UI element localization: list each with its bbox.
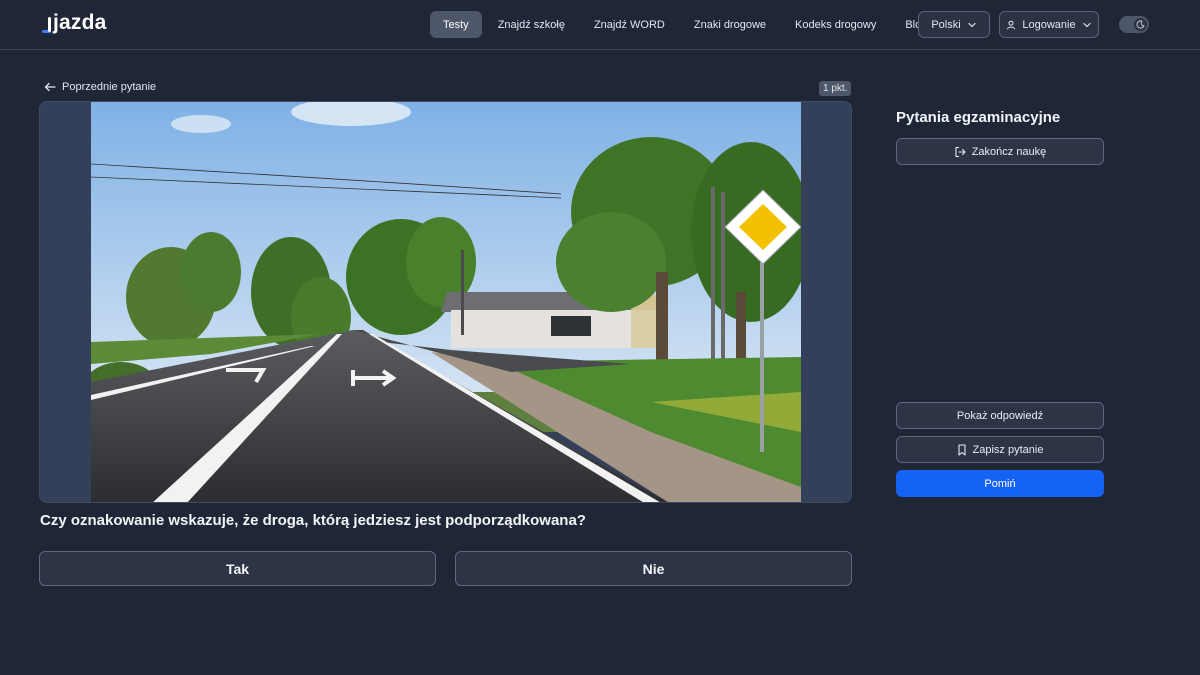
- question-text: Czy oznakowanie wskazuje, że droga, któr…: [40, 512, 586, 529]
- login-label: Logowanie: [1022, 18, 1076, 31]
- end-learning-label: Zakończ naukę: [971, 145, 1047, 158]
- save-question-label: Zapisz pytanie: [972, 443, 1044, 456]
- previous-question-label: Poprzednie pytanie: [62, 81, 157, 93]
- theme-toggle[interactable]: [1119, 16, 1149, 33]
- answer-yes-button[interactable]: Tak: [39, 551, 436, 586]
- bookmark-icon: [957, 443, 966, 456]
- login-button[interactable]: Logowanie: [999, 11, 1099, 38]
- top-bar: jazda Testy Znajdź szkołę Znajdź WORD Zn…: [0, 0, 1200, 50]
- toggle-knob: [1134, 18, 1147, 31]
- nav-item-find-word[interactable]: Znajdź WORD: [581, 11, 678, 38]
- end-learning-button[interactable]: Zakończ naukę: [896, 138, 1104, 165]
- chevron-down-icon: [968, 22, 976, 27]
- main-nav: Testy Znajdź szkołę Znajdź WORD Znaki dr…: [430, 11, 943, 38]
- points-badge: 1 pkt.: [819, 81, 852, 96]
- moon-icon: [1136, 20, 1145, 29]
- nav-item-traffic-code[interactable]: Kodeks drogowy: [782, 11, 889, 38]
- arrow-left-icon: [44, 82, 56, 92]
- user-icon: [1007, 20, 1016, 29]
- nav-item-tests[interactable]: Testy: [430, 11, 482, 38]
- brand-name: jazda: [53, 11, 107, 34]
- language-select[interactable]: Polski: [918, 11, 990, 38]
- road-scene-image: [91, 102, 801, 502]
- nav-item-find-school[interactable]: Znajdź szkołę: [485, 11, 578, 38]
- show-answer-button[interactable]: Pokaż odpowiedź: [896, 402, 1104, 429]
- previous-question-link[interactable]: Poprzednie pytanie: [44, 81, 156, 93]
- brand-logo[interactable]: jazda: [42, 11, 107, 35]
- question-media-frame: [39, 101, 852, 503]
- language-label: Polski: [931, 18, 961, 31]
- sidebar-title: Pytania egzaminacyjne: [896, 109, 1061, 126]
- save-question-button[interactable]: Zapisz pytanie: [896, 436, 1104, 463]
- answer-no-button[interactable]: Nie: [455, 551, 852, 586]
- show-answer-label: Pokaż odpowiedź: [956, 409, 1044, 422]
- nav-item-road-signs[interactable]: Znaki drogowe: [681, 11, 779, 38]
- skip-label: Pomiń: [984, 477, 1016, 490]
- logout-icon: [955, 146, 966, 157]
- logo-mark-icon: [42, 15, 52, 35]
- skip-button[interactable]: Pomiń: [896, 470, 1104, 497]
- chevron-down-icon: [1083, 22, 1091, 27]
